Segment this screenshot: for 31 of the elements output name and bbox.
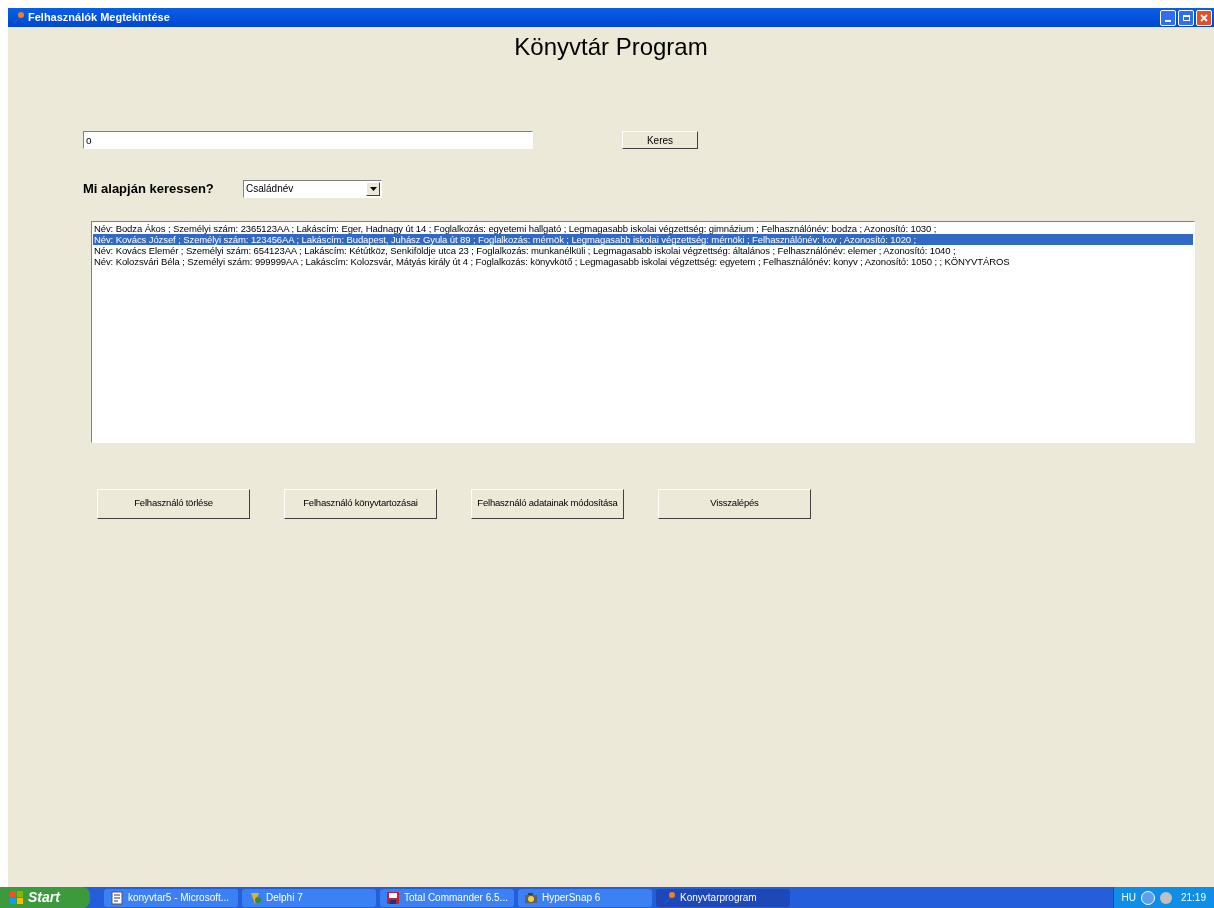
- clock: 21:19: [1180, 891, 1206, 905]
- result-row[interactable]: Név: Kovács József ; Személyi szám: 123456AA ; Lakáscím: Budapest, Juhász Gyula út 89 ; Foglalkozás: mérnök ; Legmagasabb iskolai végzettség: mérnöki ; Felhasználónév: kov ; Azonosító: 1020 ;: [93, 233, 1193, 245]
- start-button[interactable]: Start: [0, 887, 90, 908]
- criterion-dropdown[interactable]: Családnév: [243, 179, 382, 198]
- minimize-button[interactable]: [1160, 9, 1176, 26]
- taskbar-button[interactable]: Konyvtarprogram: [656, 888, 790, 907]
- search-button[interactable]: Keres: [622, 131, 698, 149]
- action-button[interactable]: Felhasználó könyvtartozásai: [284, 488, 437, 519]
- close-button[interactable]: [1196, 9, 1212, 26]
- taskbar-button[interactable]: konyvtar5 - Microsoft...: [104, 888, 238, 907]
- windows-logo-icon: [10, 890, 24, 905]
- torch-icon: [11, 10, 25, 25]
- result-row[interactable]: Név: Kolozsvári Béla ; Személyi szám: 999999AA ; Lakáscím: Kolozsvár, Mátyás király út 4 ; Foglalkozás: könyvkötő ; Legmagasabb iskolai végzettség: egyetem ; Felhasználónév: konyv ; Azonosító: 1050 ; ; KÖNYVTÁROS: [93, 255, 1193, 267]
- window-title: Felhasználók Megtekintése: [28, 10, 170, 26]
- result-row[interactable]: Név: Kovács Elemér ; Személyi szám: 654123AA ; Lakáscím: Kétútköz, Senkiföldje utca 23 ; Foglalkozás: munkanélküli ; Legmagasabb iskolai végzettség: általános ; Felhasználónév: elemer ; Azonosító: 1040 ;: [93, 244, 1193, 256]
- camera-icon: [524, 890, 538, 905]
- torch-icon: [662, 890, 676, 905]
- action-button[interactable]: Visszalépés: [658, 488, 811, 519]
- restore-button[interactable]: [1178, 9, 1194, 26]
- criterion-label: Mi alapján keressen?: [83, 180, 215, 198]
- result-row[interactable]: Név: Bodza Ákos ; Személyi szám: 2365123AA ; Lakáscím: Eger, Hadnagy út 14 ; Foglalkozás: egyetemi hallgató ; Legmagasabb iskolai végzettség: gimnázium ; Felhasználónév: bodza ; Azonosító: 1030 ;: [93, 222, 1193, 234]
- search-field[interactable]: o: [83, 131, 533, 149]
- taskbar-button[interactable]: HyperSnap 6: [518, 888, 652, 907]
- language-indicator: HU: [1121, 891, 1136, 905]
- action-button[interactable]: Felhasználó törlése: [97, 488, 250, 519]
- close-icon: [1200, 13, 1208, 22]
- taskbar-button[interactable]: Total Commander 6.5...: [380, 888, 514, 907]
- taskbar-button[interactable]: Delphi 7: [242, 888, 376, 907]
- document-icon: [110, 890, 124, 905]
- action-button[interactable]: Felhasználó adatainak módosítása: [471, 488, 624, 519]
- app-heading: Könyvtár Program: [513, 33, 709, 61]
